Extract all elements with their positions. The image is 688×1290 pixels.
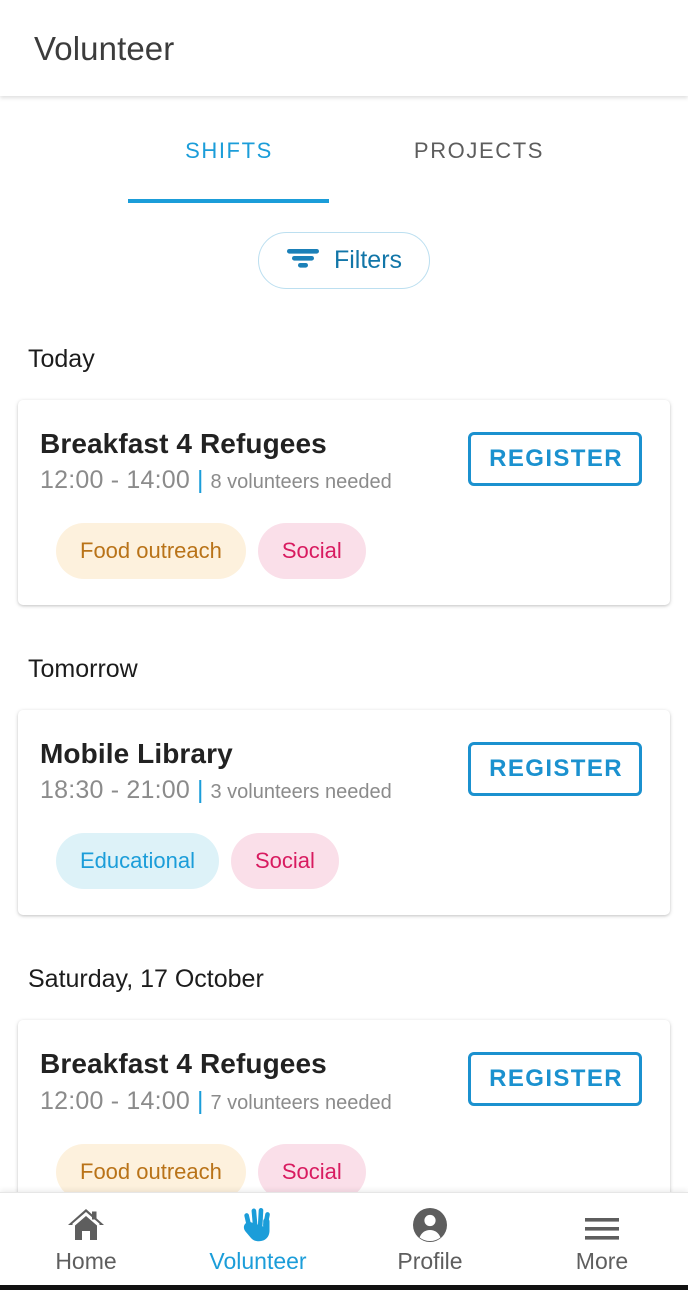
app-bar: Volunteer xyxy=(0,0,688,96)
shift-card-top: Mobile Library 18:30 - 21:00 | 3 volunte… xyxy=(18,736,670,805)
day-heading: Saturday, 17 October xyxy=(28,965,264,994)
filters-label: Filters xyxy=(333,246,403,274)
tag-row: Food outreach Social xyxy=(18,523,670,580)
volunteer-screen: Volunteer SHIFTS PROJECTS Filters Today … xyxy=(0,0,688,1290)
home-icon xyxy=(66,1204,106,1244)
section-tomorrow: Tomorrow Mobile Library 18:30 - 21:00 | … xyxy=(0,655,688,916)
register-button[interactable]: REGISTER xyxy=(468,1052,642,1107)
tab-shifts[interactable]: SHIFTS xyxy=(104,96,354,202)
shift-meta: 12:00 - 14:00 | 8 volunteers needed xyxy=(40,466,392,495)
nav-item-profile[interactable]: Profile xyxy=(344,1193,516,1290)
day-heading: Tomorrow xyxy=(28,655,138,684)
meta-separator: | xyxy=(196,466,204,495)
shift-card[interactable]: Breakfast 4 Refugees 12:00 - 14:00 | 7 v… xyxy=(18,1020,670,1192)
shift-card[interactable]: Breakfast 4 Refugees 12:00 - 14:00 | 8 v… xyxy=(18,400,670,606)
shift-time: 18:30 - 21:00 xyxy=(40,776,190,805)
shift-card-top: Breakfast 4 Refugees 12:00 - 14:00 | 8 v… xyxy=(18,426,670,495)
shift-time: 12:00 - 14:00 xyxy=(40,1086,190,1115)
section-saturday: Saturday, 17 October Breakfast 4 Refugee… xyxy=(0,965,688,1192)
tag-chip[interactable]: Food outreach xyxy=(56,523,246,580)
filters-button[interactable]: Filters xyxy=(257,232,431,289)
tag-chip[interactable]: Social xyxy=(257,523,366,580)
tab-projects-label: PROJECTS xyxy=(413,138,545,163)
tag-row: Educational Social xyxy=(18,833,670,890)
filters-row: Filters xyxy=(0,202,688,289)
tab-projects[interactable]: PROJECTS xyxy=(354,96,604,202)
register-button[interactable]: REGISTER xyxy=(468,742,642,797)
page-title: Volunteer xyxy=(34,30,175,67)
hamburger-menu-icon xyxy=(583,1204,621,1244)
shift-info: Breakfast 4 Refugees 12:00 - 14:00 | 7 v… xyxy=(40,1046,392,1115)
shift-meta: 12:00 - 14:00 | 7 volunteers needed xyxy=(40,1087,392,1116)
tag-chip[interactable]: Social xyxy=(257,1143,366,1192)
shift-meta: 18:30 - 21:00 | 3 volunteers needed xyxy=(40,776,392,805)
day-heading: Today xyxy=(28,345,95,373)
active-tab-indicator xyxy=(128,199,329,203)
nav-item-home[interactable]: Home xyxy=(0,1193,172,1290)
raised-hand-icon xyxy=(238,1204,278,1244)
shift-title: Breakfast 4 Refugees xyxy=(40,428,327,459)
shift-title: Breakfast 4 Refugees xyxy=(40,1048,327,1080)
section-today: Today Breakfast 4 Refugees 12:00 - 14:00… xyxy=(0,345,688,606)
tag-chip[interactable]: Educational xyxy=(56,833,219,890)
system-navigation-bar xyxy=(0,1285,688,1290)
shift-time: 12:00 - 14:00 xyxy=(40,466,190,495)
tag-chip[interactable]: Food outreach xyxy=(56,1143,246,1192)
volunteers-needed: 3 volunteers needed xyxy=(210,781,392,804)
filter-icon xyxy=(286,246,320,275)
volunteers-needed: 7 volunteers needed xyxy=(210,1091,392,1114)
nav-label-more: More xyxy=(575,1248,629,1274)
register-button[interactable]: REGISTER xyxy=(468,432,642,486)
tag-row: Food outreach Social xyxy=(18,1143,670,1192)
tab-bar: SHIFTS PROJECTS xyxy=(0,96,688,202)
nav-item-more[interactable]: More xyxy=(516,1193,688,1290)
nav-label-volunteer: Volunteer xyxy=(209,1248,307,1274)
shift-card-top: Breakfast 4 Refugees 12:00 - 14:00 | 7 v… xyxy=(18,1046,670,1115)
shift-info: Mobile Library 18:30 - 21:00 | 3 volunte… xyxy=(40,736,392,805)
nav-label-profile: Profile xyxy=(397,1248,463,1274)
nav-item-volunteer[interactable]: Volunteer xyxy=(172,1193,344,1290)
bottom-navigation: Home Volunteer Profile More xyxy=(0,1192,688,1290)
tag-chip[interactable]: Social xyxy=(230,833,339,890)
meta-separator: | xyxy=(196,1086,204,1115)
nav-label-home: Home xyxy=(55,1248,117,1274)
shift-info: Breakfast 4 Refugees 12:00 - 14:00 | 8 v… xyxy=(40,426,392,495)
tab-shifts-label: SHIFTS xyxy=(185,138,273,163)
shift-list-scroll[interactable]: Filters Today Breakfast 4 Refugees 12:00… xyxy=(0,202,688,1192)
volunteers-needed: 8 volunteers needed xyxy=(210,471,392,494)
shift-title: Mobile Library xyxy=(40,738,233,770)
shift-card[interactable]: Mobile Library 18:30 - 21:00 | 3 volunte… xyxy=(18,710,670,916)
meta-separator: | xyxy=(196,776,204,805)
person-circle-icon xyxy=(411,1204,449,1244)
